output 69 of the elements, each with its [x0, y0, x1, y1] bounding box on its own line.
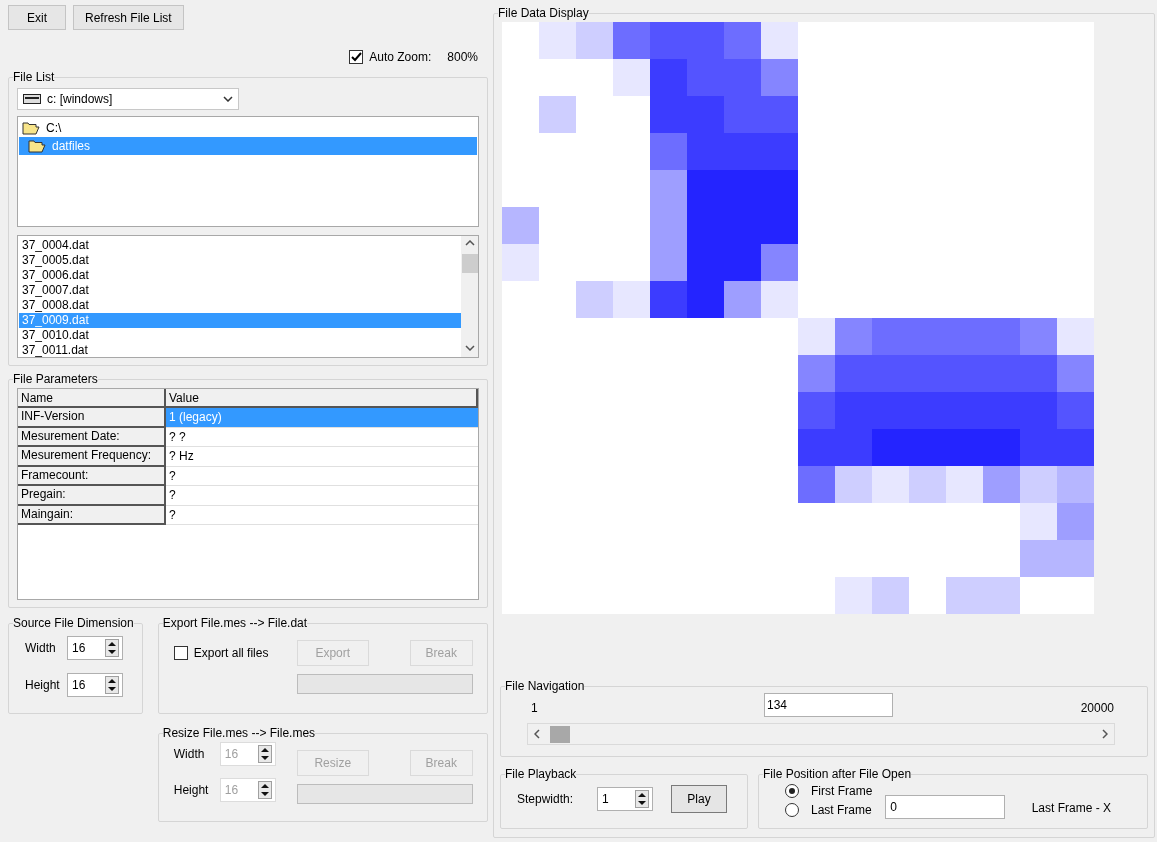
- parameter-name: INF-Version: [18, 408, 166, 428]
- parameter-name: Mesurement Frequency:: [18, 447, 166, 467]
- radio-label: First Frame: [811, 782, 873, 800]
- column-header: Name: [18, 389, 166, 408]
- offset-note: Last Frame - X: [1031, 800, 1112, 817]
- chevron-up-icon[interactable]: [464, 240, 475, 246]
- frame-scrollbar[interactable]: [527, 723, 1115, 745]
- group-title: Source File Dimension: [13, 616, 134, 630]
- frame-field[interactable]: 134: [764, 693, 893, 717]
- scrollbar-thumb[interactable]: [550, 725, 570, 743]
- field-label: Height: [173, 782, 210, 799]
- group-title: File Position after File Open: [763, 767, 912, 781]
- chevron-right-icon[interactable]: [1102, 729, 1108, 739]
- chevron-down-icon[interactable]: [464, 345, 475, 351]
- file-item[interactable]: 37_0004.dat: [19, 238, 461, 253]
- stepwidth-label: Stepwidth:: [517, 791, 575, 808]
- range-min: 1: [530, 700, 539, 717]
- spin-field[interactable]: 16: [67, 636, 123, 660]
- field-label: Height: [25, 677, 59, 694]
- scrollbar-thumb[interactable]: [461, 254, 478, 273]
- field-label: Width: [25, 640, 57, 657]
- export-all-checkbox[interactable]: [173, 646, 188, 660]
- drive-icon: [23, 94, 41, 104]
- group-title: File Playback: [505, 767, 577, 781]
- play-button[interactable]: Play: [671, 785, 727, 813]
- group-title: File Navigation: [505, 679, 585, 693]
- file-item[interactable]: 37_0008.dat: [19, 298, 461, 313]
- file-item[interactable]: 37_0011.dat: [19, 343, 461, 358]
- group-title: Resize File.mes --> File.mes: [162, 726, 316, 740]
- toolbar-button[interactable]: Refresh File List: [73, 5, 184, 30]
- field-label: Width: [173, 746, 206, 763]
- radio-label: Last Frame: [811, 801, 872, 819]
- chevron-left-icon[interactable]: [534, 729, 540, 739]
- group-title: File Parameters: [13, 372, 98, 386]
- folder-icon: [22, 121, 40, 135]
- radio-button[interactable]: [785, 783, 799, 798]
- radio-button[interactable]: [785, 802, 799, 817]
- auto-zoom-label: Auto Zoom:: [369, 49, 432, 66]
- parameter-name: Pregain:: [18, 486, 166, 506]
- spin-arrows-icon[interactable]: [105, 676, 119, 694]
- group-title: File List: [13, 70, 55, 84]
- group-title: Export File.mes --> File.dat: [162, 616, 308, 630]
- zoom-value: 800%: [447, 49, 478, 66]
- folder-item[interactable]: C:\: [19, 119, 477, 137]
- parameter-name: Maingain:: [18, 505, 166, 525]
- drive-dropdown[interactable]: c: [windows]: [17, 88, 239, 110]
- spin-arrows-icon[interactable]: [635, 790, 649, 808]
- parameter-name: Mesurement Date:: [18, 427, 166, 447]
- spin-field[interactable]: 16: [67, 673, 123, 697]
- parameter-name: Framecount:: [18, 466, 166, 486]
- range-max: 20000: [1080, 700, 1115, 717]
- column-header: Value: [166, 389, 478, 408]
- scrollbar[interactable]: [461, 236, 478, 357]
- folder-icon: [28, 139, 46, 153]
- group-title: File Data Display: [498, 6, 589, 20]
- folder-label: datfiles: [52, 138, 91, 155]
- spin-arrows-icon[interactable]: [105, 639, 119, 657]
- auto-zoom-checkbox[interactable]: [349, 50, 364, 64]
- chevron-down-icon: [223, 96, 233, 102]
- toolbar-button[interactable]: Exit: [8, 5, 66, 30]
- file-item[interactable]: 37_0010.dat: [19, 328, 461, 343]
- checkbox-label: Export all files: [193, 645, 269, 662]
- offset-field[interactable]: 0: [885, 795, 1006, 819]
- file-item[interactable]: 37_0007.dat: [19, 283, 461, 298]
- file-item[interactable]: 37_0005.dat: [19, 253, 461, 268]
- checkmark-icon: [350, 52, 362, 62]
- folder-label: C:\: [46, 120, 62, 137]
- file-item[interactable]: 37_0006.dat: [19, 268, 461, 283]
- spin-field[interactable]: 1: [597, 787, 653, 811]
